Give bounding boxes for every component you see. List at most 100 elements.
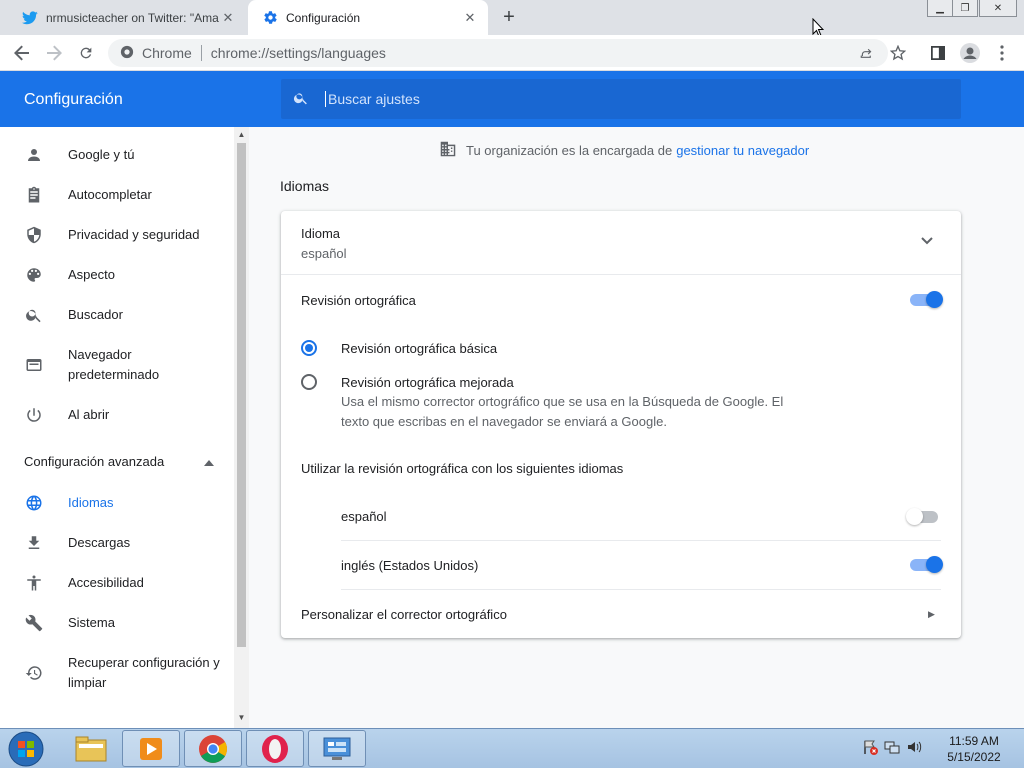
english-spellcheck-toggle[interactable]: [910, 556, 943, 573]
windows-logo-icon: [8, 731, 44, 767]
person-icon: [24, 145, 44, 165]
basic-spellcheck-radio[interactable]: [301, 340, 317, 356]
side-panel-icon[interactable]: [924, 39, 952, 67]
twitter-icon: [22, 10, 38, 26]
tab-twitter[interactable]: nrmusicteacher on Twitter: "Ama ✕: [8, 0, 246, 35]
language-row[interactable]: Idioma español: [281, 211, 961, 275]
action-center-flag-icon[interactable]: [862, 739, 878, 758]
sidebar-item-label: Idiomas: [68, 495, 114, 510]
media-player-icon[interactable]: [122, 730, 180, 767]
forward-button[interactable]: [40, 39, 68, 67]
reload-button[interactable]: [72, 39, 100, 67]
chrome-site-icon: [120, 45, 134, 62]
advanced-label: Configuración avanzada: [24, 454, 165, 469]
back-button[interactable]: [8, 39, 36, 67]
close-tab-icon[interactable]: ✕: [462, 10, 478, 26]
taskbar-clock[interactable]: 11:59 AM 5/15/2022: [938, 733, 1010, 765]
tab-settings[interactable]: Configuración ✕: [248, 0, 488, 35]
palette-icon: [24, 265, 44, 285]
sidebar-item-label: Autocompletar: [68, 187, 152, 202]
start-button[interactable]: [4, 731, 48, 767]
search-icon: [24, 305, 44, 325]
site-label: Chrome: [142, 45, 192, 61]
minimize-button[interactable]: ▁: [927, 0, 953, 17]
language-row-value: español: [301, 246, 347, 261]
scroll-up-arrow-icon[interactable]: ▲: [237, 130, 246, 140]
arrow-right-icon[interactable]: ▶: [928, 609, 935, 620]
power-icon: [24, 405, 44, 425]
url-text[interactable]: chrome://settings/languages: [211, 45, 386, 61]
tab-title: nrmusicteacher on Twitter: "Ama: [46, 10, 219, 25]
spellcheck-language-label: inglés (Estados Unidos): [341, 558, 479, 573]
accessibility-icon: [24, 573, 44, 593]
sidebar-item-label: Privacidad y seguridad: [68, 227, 200, 242]
sidebar-item-accessibility[interactable]: Accesibilidad: [0, 573, 234, 593]
globe-icon: [24, 493, 44, 513]
close-window-button[interactable]: ✕: [979, 0, 1017, 17]
managed-notice: Tu organización es la encargada de gesti…: [439, 141, 809, 160]
network-icon[interactable]: [884, 739, 900, 758]
settings-search[interactable]: [281, 79, 961, 119]
section-title: Idiomas: [280, 178, 330, 194]
restore-button[interactable]: ❐: [952, 0, 978, 17]
spellcheck-languages-header: Utilizar la revisión ortográfica con los…: [301, 461, 624, 476]
settings-sidebar: Google y tú Autocompletar Privacidad y s…: [0, 127, 234, 728]
new-tab-button[interactable]: +: [498, 6, 520, 28]
sidebar-item-downloads[interactable]: Descargas: [0, 533, 234, 553]
advanced-settings-toggle[interactable]: Configuración avanzada: [24, 454, 214, 469]
scroll-thumb[interactable]: [237, 143, 246, 647]
tab-strip: nrmusicteacher on Twitter: "Ama ✕ Config…: [0, 0, 1024, 38]
page-title: Configuración: [24, 91, 123, 108]
sidebar-item-appearance[interactable]: Aspecto: [0, 265, 234, 285]
search-icon: [293, 90, 309, 109]
browser-toolbar: Chrome chrome://settings/languages: [0, 35, 1024, 71]
browser-window-icon: [24, 355, 44, 375]
download-icon: [24, 533, 44, 553]
volume-icon[interactable]: [906, 739, 922, 758]
shield-icon: [24, 225, 44, 245]
enhanced-spellcheck-label: Revisión ortográfica mejorada: [341, 375, 514, 390]
clock-time: 11:59 AM: [949, 734, 999, 748]
text-caret: [325, 91, 326, 107]
chevron-down-icon[interactable]: [921, 233, 933, 248]
basic-spellcheck-label: Revisión ortográfica básica: [341, 341, 498, 356]
language-row-title: Idioma: [301, 226, 341, 241]
sidebar-item-on-startup[interactable]: Al abrir: [0, 405, 234, 425]
spellcheck-toggle[interactable]: [910, 291, 943, 308]
control-panel-icon[interactable]: [308, 730, 366, 767]
sidebar-item-search-engine[interactable]: Buscador: [0, 305, 234, 325]
spanish-spellcheck-toggle[interactable]: [906, 508, 940, 525]
history-icon: [24, 663, 44, 683]
tab-title: Configuración: [286, 10, 361, 25]
opera-icon[interactable]: [246, 730, 304, 767]
sidebar-item-google[interactable]: Google y tú: [0, 145, 234, 165]
close-tab-icon[interactable]: ✕: [220, 10, 236, 26]
sidebar-item-default-browser[interactable]: Navegador predeterminado: [0, 345, 234, 385]
sidebar-item-system[interactable]: Sistema: [0, 613, 234, 633]
sidebar-item-label: Descargas: [68, 535, 131, 550]
customize-spellcheck-link[interactable]: Personalizar el corrector ortográfico: [301, 607, 507, 622]
managed-text: Tu organización es la encargada de: [466, 143, 673, 158]
arrow-up-icon: [204, 454, 214, 469]
sidebar-item-reset[interactable]: Recuperar configuración y limpiar: [0, 653, 234, 693]
enhanced-spellcheck-radio[interactable]: [301, 374, 317, 390]
share-icon[interactable]: [852, 39, 880, 67]
divider: [341, 540, 941, 541]
address-bar[interactable]: Chrome chrome://settings/languages: [108, 39, 888, 67]
sidebar-item-privacy[interactable]: Privacidad y seguridad: [0, 225, 234, 245]
menu-kebab-icon[interactable]: [988, 39, 1016, 67]
profile-avatar-icon[interactable]: [956, 39, 984, 67]
chrome-taskbar-icon[interactable]: [184, 730, 242, 767]
file-explorer-icon[interactable]: [62, 730, 120, 767]
bookmark-star-icon[interactable]: [884, 39, 912, 67]
sidebar-item-label: Buscador: [68, 307, 123, 322]
sidebar-item-label: Navegador predeterminado: [68, 347, 160, 382]
system-tray: [862, 739, 922, 758]
sidebar-item-languages[interactable]: Idiomas: [0, 493, 234, 513]
scroll-down-arrow-icon[interactable]: ▼: [237, 713, 246, 723]
search-input[interactable]: [328, 91, 888, 107]
sidebar-scrollbar[interactable]: ▲ ▼: [234, 127, 249, 728]
sidebar-item-label: Aspecto: [68, 267, 115, 282]
manage-browser-link[interactable]: gestionar tu navegador: [676, 143, 809, 158]
sidebar-item-autofill[interactable]: Autocompletar: [0, 185, 234, 205]
